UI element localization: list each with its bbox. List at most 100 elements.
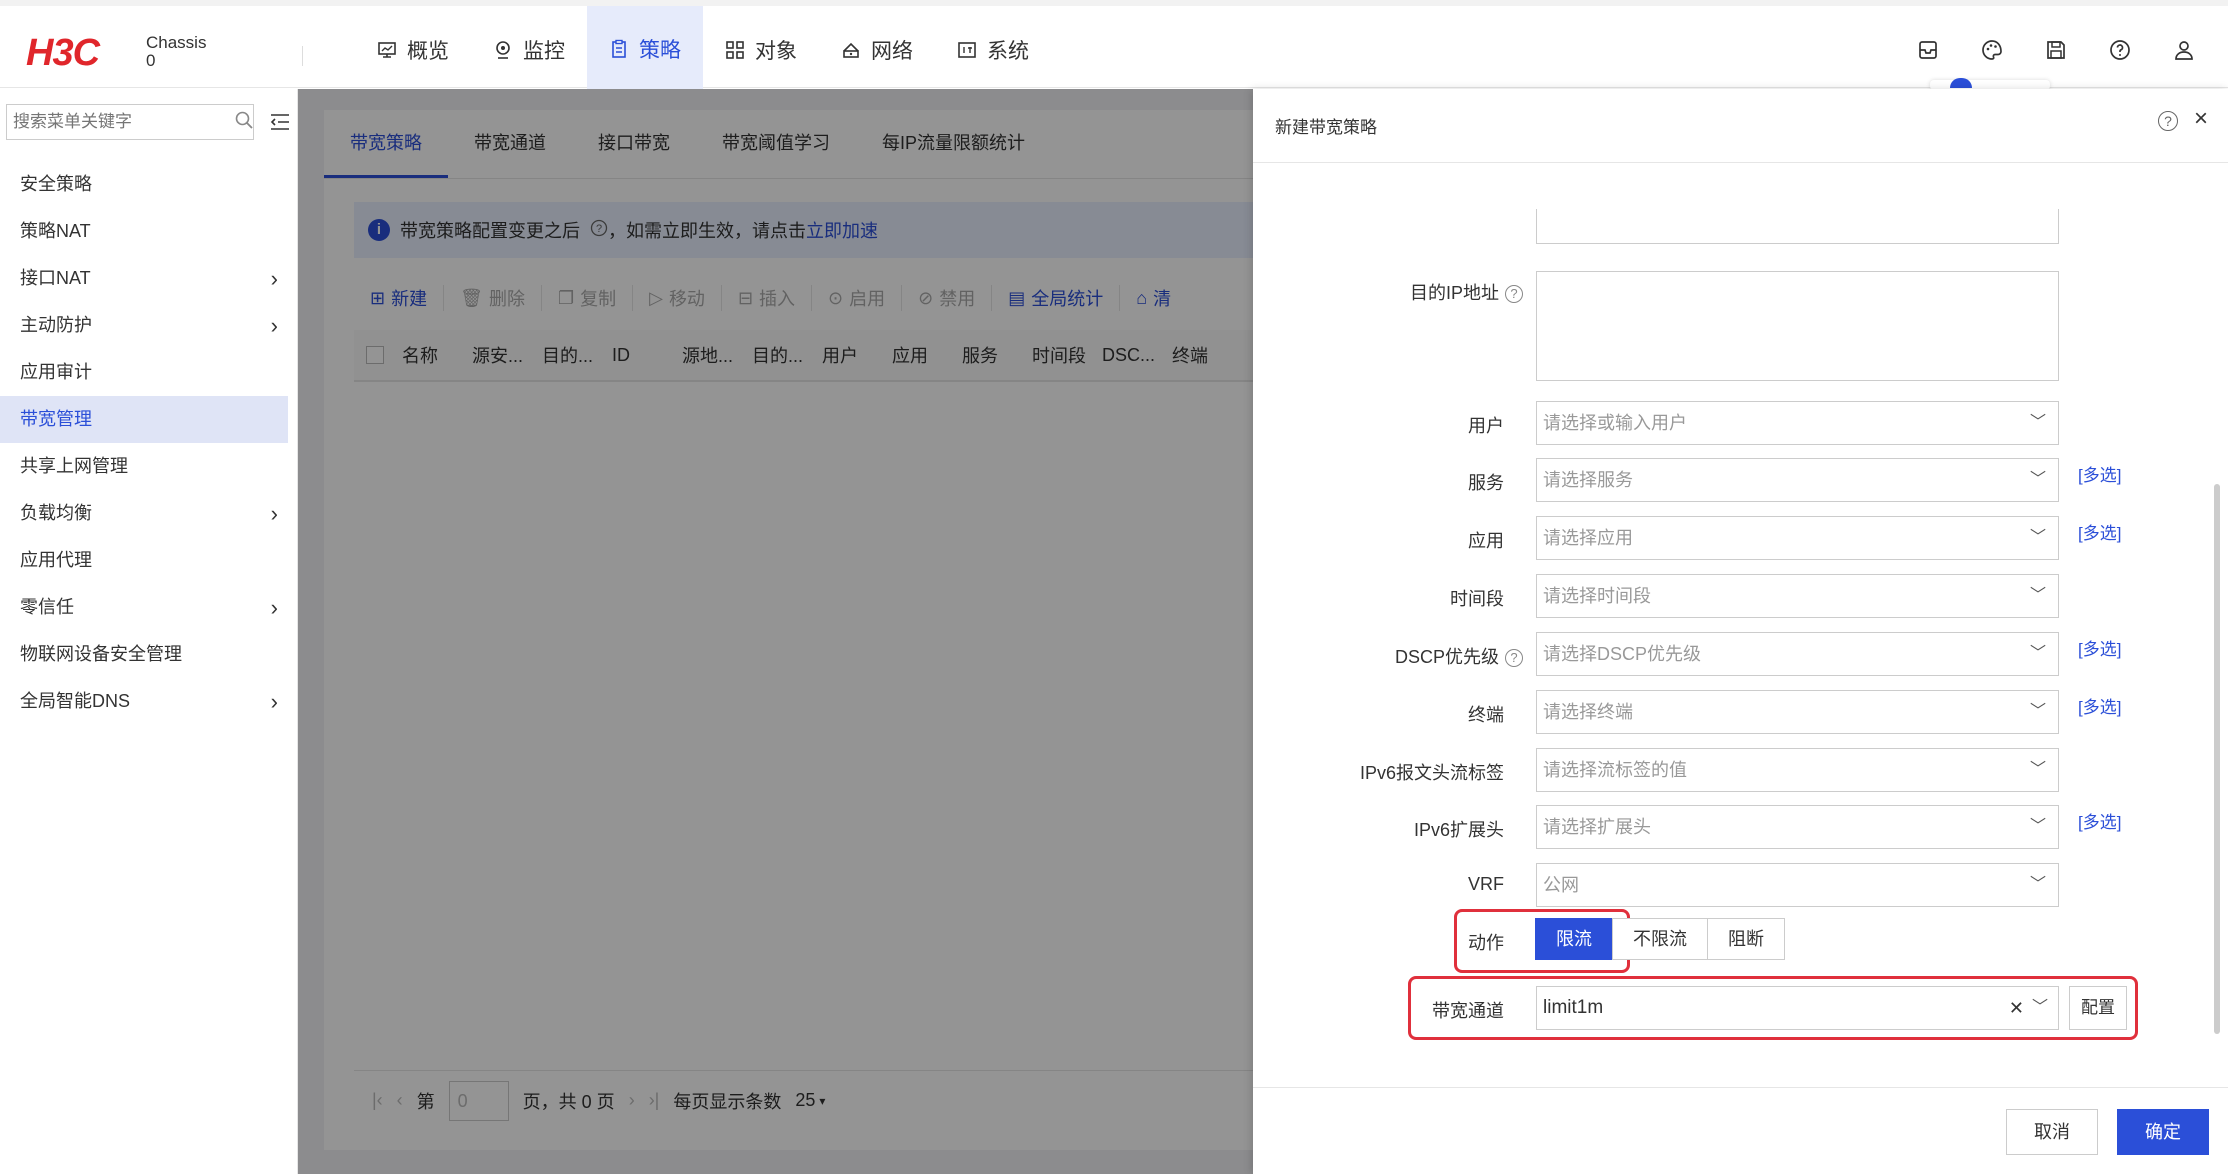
sidebar-item-label: 共享上网管理 <box>20 456 128 476</box>
nav-system[interactable]: 系统 <box>935 6 1051 94</box>
bandwidth-channel-value: limit1m <box>1543 997 1604 1018</box>
vrf-select-value: 公网 <box>1543 875 1579 895</box>
app-select[interactable]: 请选择应用 ﹀ <box>1536 516 2059 560</box>
grid-icon <box>725 40 745 60</box>
collapse-menu-icon[interactable] <box>270 113 290 136</box>
dialog-footer-divider <box>1253 1087 2228 1088</box>
sidebar-item-load-balance[interactable]: 负载均衡 › <box>0 490 288 537</box>
cancel-button[interactable]: 取消 <box>2006 1109 2098 1155</box>
terminal-select-placeholder: 请选择终端 <box>1543 702 1633 722</box>
nav-system-label: 系统 <box>987 40 1029 63</box>
sidebar-item-app-proxy[interactable]: 应用代理 <box>0 537 288 584</box>
chevron-down-icon: ﹀ <box>2029 761 2046 778</box>
dest-ip-textarea[interactable] <box>1536 271 2059 381</box>
app-select-placeholder: 请选择应用 <box>1543 528 1633 548</box>
help-icon[interactable] <box>2106 36 2134 64</box>
service-select[interactable]: 请选择服务 ﹀ <box>1536 458 2059 502</box>
sidebar-menu: 安全策略 策略NAT 接口NAT › 主动防护 › 应用审计 带宽管理 共享上网管理… <box>0 161 298 725</box>
sidebar-item-active-defense[interactable]: 主动防护 › <box>0 302 288 349</box>
nav-monitor[interactable]: 监控 <box>471 6 587 94</box>
system-icon <box>957 40 977 60</box>
ok-button[interactable]: 确定 <box>2117 1109 2209 1155</box>
help-icon[interactable]: ? <box>1505 649 1523 668</box>
source-ip-textarea[interactable] <box>1536 209 2059 244</box>
menu-search-input[interactable] <box>13 112 234 132</box>
sidebar-item-iot-security[interactable]: 物联网设备安全管理 <box>0 631 288 678</box>
sidebar-item-label: 接口NAT <box>20 268 91 288</box>
sidebar-item-label: 策略NAT <box>20 221 91 241</box>
palette-icon[interactable] <box>1978 36 2006 64</box>
user-icon[interactable] <box>2170 36 2198 64</box>
nav-network[interactable]: 网络 <box>819 6 935 94</box>
nav-object[interactable]: 对象 <box>703 6 819 94</box>
dest-ip-label: 目的IP地址? <box>1273 279 1523 305</box>
sidebar-item-security-policy[interactable]: 安全策略 <box>0 161 288 208</box>
ipv6-ext-select-placeholder: 请选择扩展头 <box>1543 817 1651 837</box>
ipv6-flow-select-placeholder: 请选择流标签的值 <box>1543 760 1687 780</box>
sidebar-item-label: 主动防护 <box>20 315 92 335</box>
main-nav: 概览 监控 策略 对象 网络 系统 <box>355 6 1051 94</box>
configure-button[interactable]: 配置 <box>2069 986 2127 1030</box>
chevron-right-icon: › <box>270 689 278 714</box>
action-limit-button[interactable]: 限流 <box>1535 918 1613 960</box>
sidebar-item-label: 零信任 <box>20 597 74 617</box>
ipv6-ext-select[interactable]: 请选择扩展头 ﹀ <box>1536 805 2059 849</box>
bandwidth-channel-select[interactable]: limit1m ✕ ﹀ <box>1536 986 2059 1030</box>
app-multi-select-link[interactable]: [多选] <box>2078 519 2121 544</box>
nav-overview[interactable]: 概览 <box>355 6 471 94</box>
menu-search[interactable] <box>6 104 254 140</box>
dscp-select[interactable]: 请选择DSCP优先级 ﹀ <box>1536 632 2059 676</box>
chevron-down-icon: ﹀ <box>2029 587 2046 604</box>
mailbox-icon[interactable] <box>1914 36 1942 64</box>
vrf-select[interactable]: 公网 ﹀ <box>1536 863 2059 907</box>
action-button-group: 限流 不限流 阻断 <box>1535 918 1785 960</box>
sidebar-item-label: 应用审计 <box>20 362 92 382</box>
chevron-down-icon: ﹀ <box>2029 818 2046 835</box>
new-bandwidth-policy-dialog: 新建带宽策略 ? × 目的IP地址? 用户 请选择或输入用户 ﹀ 服务 请选择服务… <box>1253 89 2228 1174</box>
ipv6-flow-label: IPv6报文头流标签 <box>1359 763 1504 783</box>
sidebar-item-bandwidth[interactable]: 带宽管理 <box>0 396 288 443</box>
user-select-placeholder: 请选择或输入用户 <box>1543 413 1687 433</box>
sidebar-item-app-audit[interactable]: 应用审计 <box>0 349 288 396</box>
user-select[interactable]: 请选择或输入用户 ﹀ <box>1536 401 2059 445</box>
terminal-multi-select-link[interactable]: [多选] <box>2078 693 2121 718</box>
chassis-value: 0 <box>146 51 156 70</box>
help-icon[interactable]: ? <box>2158 111 2178 131</box>
search-icon[interactable] <box>234 110 254 135</box>
sidebar-item-global-dns[interactable]: 全局智能DNS › <box>0 678 288 725</box>
top-header: H3C Chassis 0 概览 监控 策略 对象 网络 系统 <box>0 0 2228 94</box>
sidebar-item-policy-nat[interactable]: 策略NAT <box>0 208 288 255</box>
action-block-button[interactable]: 阻断 <box>1707 918 1785 960</box>
chevron-down-icon: ﹀ <box>2029 645 2046 662</box>
chevron-down-icon: ﹀ <box>2029 471 2046 488</box>
save-icon[interactable] <box>2042 36 2070 64</box>
dscp-label: DSCP优先级? <box>1273 643 1523 669</box>
ipv6-flow-select[interactable]: 请选择流标签的值 ﹀ <box>1536 748 2059 792</box>
sidebar-item-shared-access[interactable]: 共享上网管理 <box>0 443 288 490</box>
service-multi-select-link[interactable]: [多选] <box>2078 461 2121 486</box>
terminal-label: 终端 <box>1468 705 1504 725</box>
time-select[interactable]: 请选择时间段 ﹀ <box>1536 574 2059 618</box>
sidebar-item-zero-trust[interactable]: 零信任 › <box>0 584 288 631</box>
terminal-select[interactable]: 请选择终端 ﹀ <box>1536 690 2059 734</box>
dialog-scrollbar[interactable] <box>2214 484 2220 1034</box>
sidebar-item-interface-nat[interactable]: 接口NAT › <box>0 255 288 302</box>
help-icon[interactable]: ? <box>1505 285 1523 304</box>
dscp-multi-select-link[interactable]: [多选] <box>2078 635 2121 660</box>
service-select-placeholder: 请选择服务 <box>1543 470 1633 490</box>
vrf-label: VRF <box>1468 874 1504 894</box>
network-icon <box>841 40 861 60</box>
nav-policy[interactable]: 策略 <box>587 6 703 94</box>
close-icon[interactable]: × <box>2194 105 2208 133</box>
action-no-limit-button[interactable]: 不限流 <box>1612 918 1708 960</box>
nav-object-label: 对象 <box>755 40 797 63</box>
modal-overlay <box>298 89 1253 1174</box>
clipboard-icon <box>609 39 629 59</box>
clear-icon[interactable]: ✕ <box>2009 987 2024 1029</box>
nav-policy-label: 策略 <box>639 38 681 62</box>
h3c-logo: H3C <box>26 32 100 74</box>
ipv6-ext-multi-select-link[interactable]: [多选] <box>2078 808 2121 833</box>
chevron-right-icon: › <box>270 595 278 620</box>
time-select-placeholder: 请选择时间段 <box>1543 586 1651 606</box>
action-label: 动作 <box>1468 933 1504 953</box>
